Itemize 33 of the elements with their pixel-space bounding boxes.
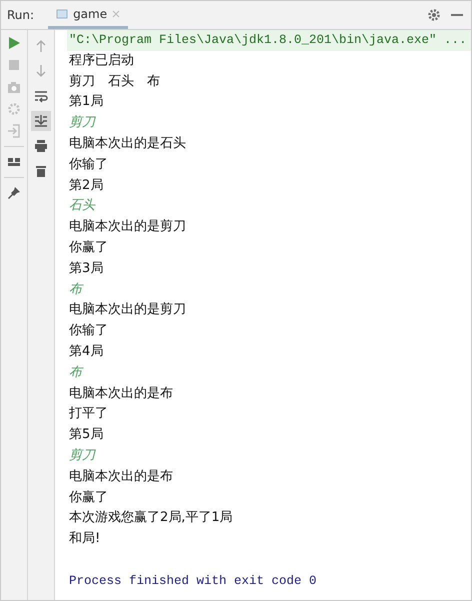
panel-label: Run: <box>7 8 34 22</box>
output-line: 本次游戏您赢了2局,平了1局 <box>69 509 234 528</box>
output-line: 第2局 <box>69 176 104 195</box>
output-line: 你输了 <box>69 156 109 174</box>
output-line: 第1局 <box>69 93 104 112</box>
input-line: 石头 <box>69 197 96 216</box>
output-line: 电脑本次出的是布 <box>69 468 174 486</box>
output-line: 你赢了 <box>69 488 109 507</box>
output-line: 电脑本次出的是剪刀 <box>69 218 187 236</box>
scroll-to-end-icon[interactable] <box>31 111 51 131</box>
output-line: 第5局 <box>69 426 104 444</box>
run-icon[interactable] <box>7 36 21 50</box>
file-icon <box>56 8 68 20</box>
close-icon[interactable] <box>112 10 120 18</box>
output-line: 剪刀 石头 布 <box>69 72 161 91</box>
output-line: 打平了 <box>69 405 109 424</box>
pin-icon[interactable] <box>7 186 21 200</box>
output-line: 第4局 <box>69 342 104 361</box>
output-line: 你输了 <box>69 322 109 340</box>
output-line: 电脑本次出的是布 <box>69 384 174 403</box>
output-line: 电脑本次出的是石头 <box>69 134 187 153</box>
output-line: 你赢了 <box>69 238 109 257</box>
settings-icon[interactable] <box>427 8 441 22</box>
output-line: 和局! <box>69 530 102 548</box>
output-line: 第3局 <box>69 260 104 278</box>
output-line: 程序已启动 <box>69 52 135 70</box>
output-line: 电脑本次出的是剪刀 <box>69 301 187 320</box>
layout-icon[interactable] <box>7 155 21 169</box>
input-line: 布 <box>69 364 84 382</box>
input-line: 布 <box>69 280 84 299</box>
exit-message: Process finished with exit code 0 <box>69 572 318 590</box>
input-line: 剪刀 <box>69 446 97 465</box>
input-line: 剪刀 <box>69 114 97 132</box>
